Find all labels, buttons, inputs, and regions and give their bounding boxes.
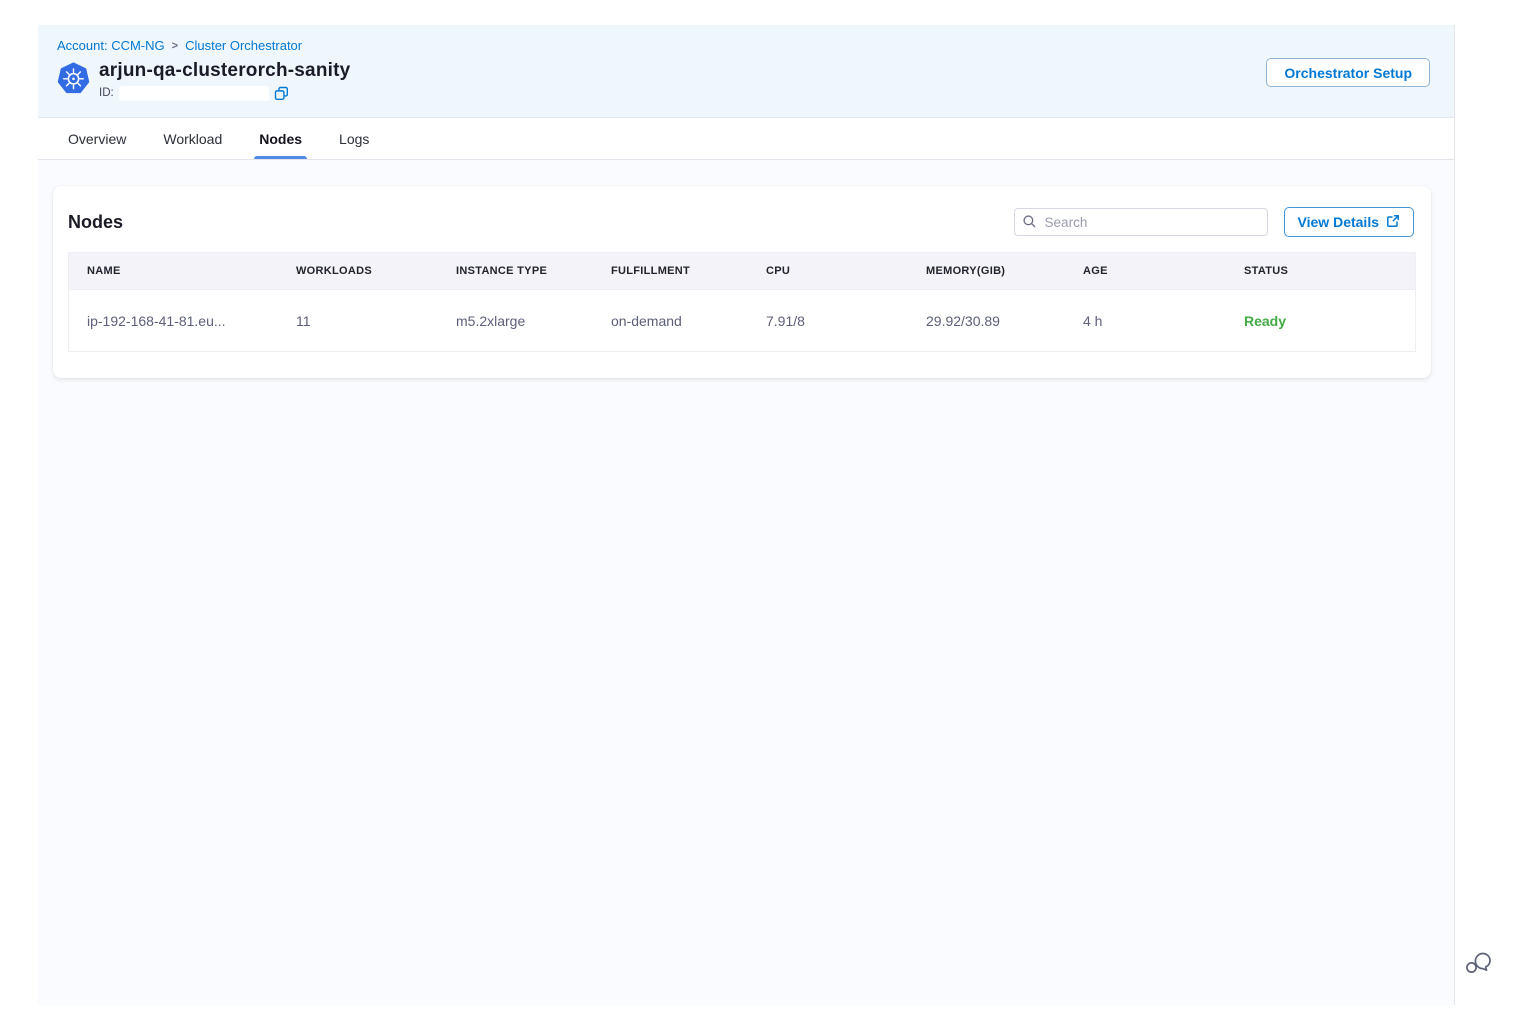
search-icon <box>1022 214 1037 234</box>
column-header-cpu: CPU <box>766 265 926 277</box>
node-name-cell: ip-192-168-41-81.eu... <box>69 313 296 329</box>
node-memory-cell: 29.92/30.89 <box>926 313 1083 329</box>
search-box <box>1014 208 1268 236</box>
breadcrumb-separator: > <box>172 40 178 52</box>
page: Account: CCM-NG > Cluster Orchestrator <box>0 0 1522 1016</box>
tab-logs[interactable]: Logs <box>339 118 369 159</box>
node-status-badge: Ready <box>1244 313 1415 329</box>
nodes-table: NAME WORKLOADS INSTANCE TYPE FULFILLMENT… <box>68 252 1416 352</box>
node-cpu-cell: 7.91/8 <box>766 313 926 329</box>
copy-icon[interactable] <box>274 85 290 101</box>
column-header-workloads: WORKLOADS <box>296 265 456 277</box>
id-row: ID: <box>99 85 350 101</box>
cluster-title: arjun-qa-clusterorch-sanity <box>99 60 350 82</box>
table-header-row: NAME WORKLOADS INSTANCE TYPE FULFILLMENT… <box>69 253 1415 289</box>
table-row[interactable]: ip-192-168-41-81.eu... 11 m5.2xlarge on-… <box>69 289 1415 351</box>
title-row: arjun-qa-clusterorch-sanity ID: <box>57 60 1430 101</box>
tab-nodes[interactable]: Nodes <box>259 118 302 159</box>
card-header-actions: View Details <box>1014 207 1414 237</box>
breadcrumb-account-link[interactable]: Account: CCM-NG <box>57 38 165 53</box>
breadcrumb: Account: CCM-NG > Cluster Orchestrator <box>57 38 1430 53</box>
tab-workload[interactable]: Workload <box>163 118 222 159</box>
tabbar: Overview Workload Nodes Logs <box>38 118 1454 160</box>
app-frame: Account: CCM-NG > Cluster Orchestrator <box>38 25 1455 1005</box>
column-header-memory: MEMORY(GIB) <box>926 265 1083 277</box>
column-header-name: NAME <box>69 265 296 277</box>
node-instance-type-cell: m5.2xlarge <box>456 313 611 329</box>
active-tab-underline <box>254 156 307 159</box>
node-age-cell: 4 h <box>1083 313 1244 329</box>
id-value-redacted <box>119 86 269 101</box>
orchestrator-setup-button[interactable]: Orchestrator Setup <box>1266 58 1430 87</box>
search-input[interactable] <box>1014 208 1268 236</box>
id-label: ID: <box>99 87 114 99</box>
kubernetes-icon <box>57 62 90 95</box>
external-link-icon <box>1386 214 1400 231</box>
cluster-header: Account: CCM-NG > Cluster Orchestrator <box>38 25 1454 118</box>
node-workloads-cell: 11 <box>296 313 456 329</box>
nodes-card: Nodes View Details <box>53 186 1431 378</box>
column-header-status: STATUS <box>1244 265 1415 277</box>
nodes-card-header: Nodes View Details <box>53 186 1431 237</box>
title-block: arjun-qa-clusterorch-sanity ID: <box>99 60 350 101</box>
content-area: Nodes View Details <box>38 160 1454 378</box>
column-header-instance-type: INSTANCE TYPE <box>456 265 611 277</box>
chat-bubble-icon[interactable] <box>1461 946 1493 978</box>
nodes-card-title: Nodes <box>68 212 123 233</box>
column-header-age: AGE <box>1083 265 1244 277</box>
view-details-button[interactable]: View Details <box>1284 207 1414 237</box>
node-fulfillment-cell: on-demand <box>611 313 766 329</box>
breadcrumb-cluster-orchestrator-link[interactable]: Cluster Orchestrator <box>185 38 302 53</box>
column-header-fulfillment: FULFILLMENT <box>611 265 766 277</box>
tab-overview[interactable]: Overview <box>68 118 126 159</box>
